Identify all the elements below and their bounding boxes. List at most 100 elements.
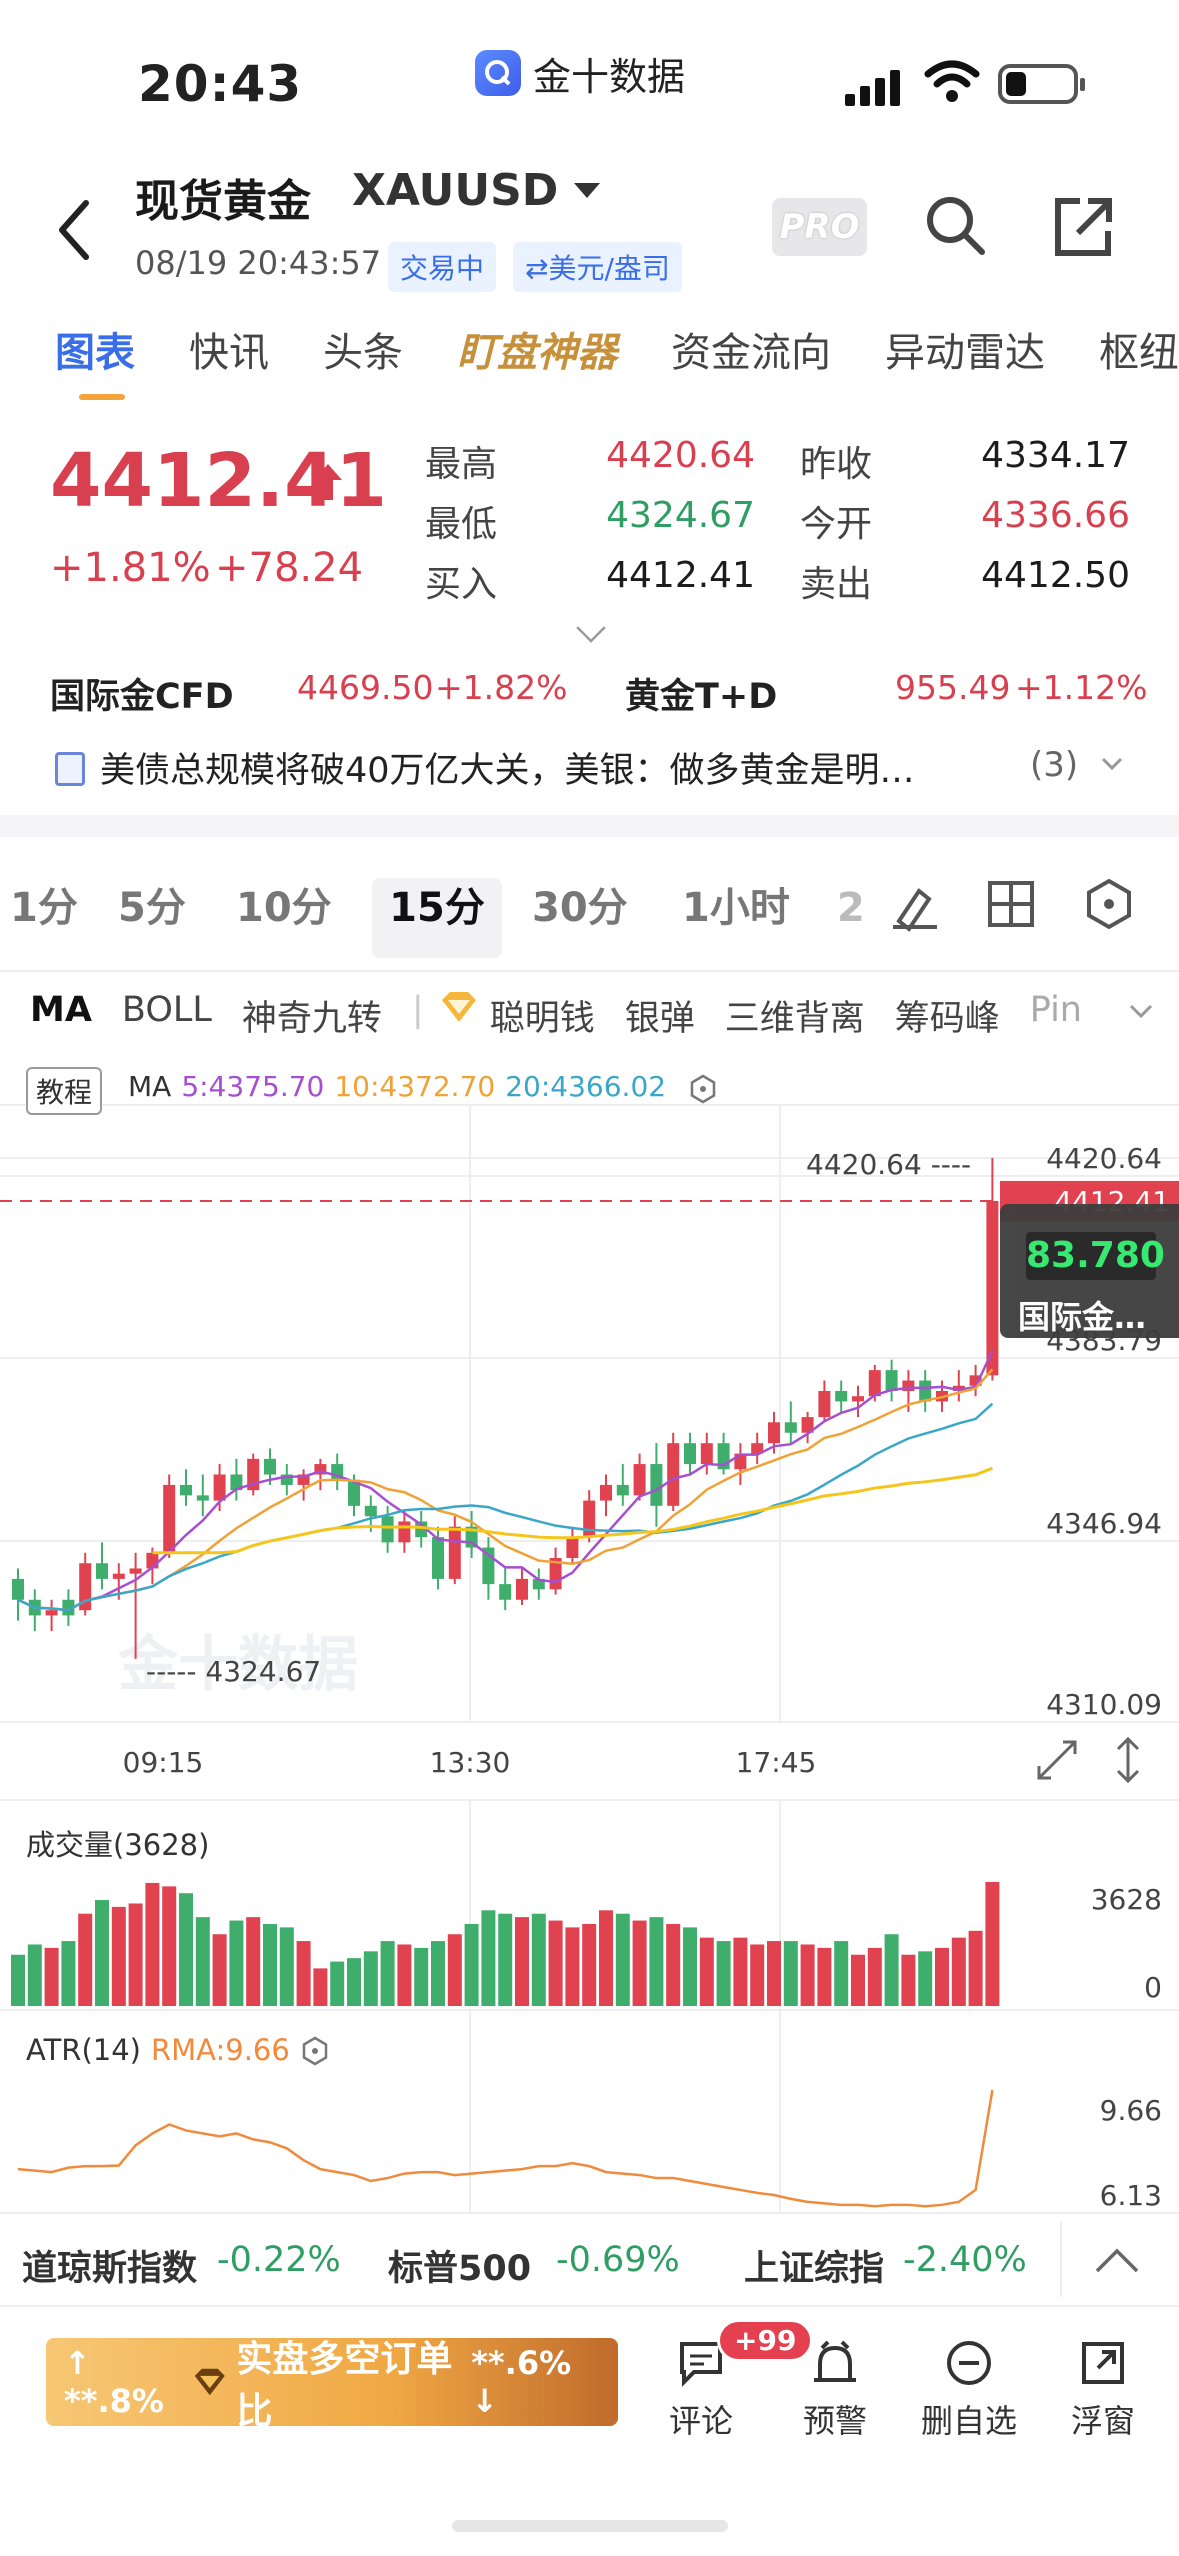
candle-body [448, 1526, 461, 1579]
diamond-icon [440, 990, 478, 1041]
candle-body [768, 1422, 780, 1444]
tab-fund-flow[interactable]: 资金流向 [671, 320, 831, 378]
period-5m[interactable]: 5分 [118, 878, 236, 958]
home-indicator [452, 2520, 728, 2532]
candle-body [364, 1505, 377, 1517]
stat-value-ask: 4412.50 [981, 555, 1130, 596]
candle-body [112, 1573, 125, 1579]
high-marker-label: 4420.64 ---- [806, 1148, 971, 1181]
ma-settings-icon[interactable] [688, 1074, 718, 1104]
long-short-ratio-button[interactable]: ↑ **.8% 实盘多空订单比 **.6% ↓ [46, 2338, 618, 2432]
price-up-arrow-icon [314, 464, 342, 500]
ma-legend: MA 5:4375.70 10:4372.70 20:4366.02 [128, 1070, 718, 1104]
news-headline[interactable]: 美债总规模将破40万亿大关，美银：做多黄金是明… [100, 742, 915, 793]
atr-legend: ATR(14) RMA:9.66 [26, 2033, 330, 2067]
volume-bar [666, 1923, 681, 2006]
draw-tool-icon[interactable] [885, 875, 945, 935]
volume-bar [783, 1941, 798, 2006]
fullscreen-icon[interactable] [1035, 1738, 1079, 1782]
news-chevron-down-icon[interactable] [1100, 755, 1124, 773]
currency-unit-badge[interactable]: ⇄美元/盎司 [513, 242, 682, 292]
volume-bar [683, 1927, 697, 2006]
indicator-pin[interactable]: Pin [1030, 990, 1082, 1041]
candle-body [633, 1464, 646, 1496]
tutorial-button[interactable]: 教程 [26, 1067, 103, 1115]
period-1h[interactable]: 1小时 [682, 878, 837, 958]
tab-chart[interactable]: 图表 [55, 320, 135, 400]
indicator-boll[interactable]: BOLL [122, 990, 212, 1041]
alert-button[interactable]: 预警 [780, 2338, 890, 2442]
candle-body [432, 1537, 444, 1579]
overlay-popup[interactable]: 83.780 国际金… [1000, 1204, 1179, 1338]
volume-bar [918, 1951, 933, 2006]
volume-bar [263, 1923, 277, 2006]
related-name-cfd[interactable]: 国际金CFD [50, 668, 234, 719]
instrument-code-selector[interactable]: XAUUSD [352, 165, 601, 216]
indicator-silver-bullet[interactable]: 银弹 [625, 990, 695, 1041]
period-2[interactable]: 2 [837, 878, 877, 958]
volume-bar [649, 1917, 664, 2006]
settings-hex-icon[interactable] [1082, 877, 1136, 931]
indicator-magic-nine[interactable]: 神奇九转 [242, 990, 382, 1041]
candle-body [264, 1458, 276, 1475]
expand-chevron-icon[interactable] [576, 613, 606, 643]
indicator-chip-peak[interactable]: 筹码峰 [895, 990, 1000, 1041]
divider [1060, 2222, 1062, 2297]
volume-bar [313, 1968, 328, 2006]
layout-grid-icon[interactable] [985, 878, 1037, 930]
stat-label-high: 最高 [425, 444, 498, 485]
change-percent: +1.81% [50, 545, 211, 591]
related-value-td: 955.49 [895, 668, 1011, 707]
tab-headlines[interactable]: 头条 [323, 320, 403, 378]
chevron-up-icon[interactable] [1093, 2245, 1141, 2275]
period-1m[interactable]: 1分 [10, 878, 118, 958]
volume-bar [111, 1906, 126, 2006]
related-name-td[interactable]: 黄金T+D [625, 668, 777, 719]
volume-bar [968, 1930, 983, 2006]
volume-bar [884, 1934, 899, 2006]
index-name-dow[interactable]: 道琼斯指数 [22, 2240, 197, 2291]
stat-value-low: 4324.67 [606, 495, 755, 536]
tab-watch-tool[interactable]: 盯盘神器 [457, 320, 617, 378]
atr-settings-icon[interactable] [300, 2036, 330, 2066]
stat-label-prev-close: 昨收 [800, 444, 873, 485]
tab-anomaly-radar[interactable]: 异动雷达 [885, 320, 1045, 378]
y-tick-label: 4346.94 [1046, 1507, 1162, 1540]
volume-bar [834, 1941, 849, 2006]
remove-watchlist-button[interactable]: 删自选 [914, 2338, 1024, 2442]
related-value-cfd: 4469.50 [297, 668, 434, 707]
indicator-3d-divergence[interactable]: 三维背离 [725, 990, 865, 1041]
y-tick-label: 4310.09 [1046, 1688, 1162, 1721]
indicators-chevron-down-icon[interactable] [1128, 1003, 1154, 1019]
tab-hub[interactable]: 枢纽 [1099, 320, 1179, 378]
volume-bar [95, 1900, 109, 2006]
period-10m[interactable]: 10分 [236, 878, 384, 958]
index-name-shanghai[interactable]: 上证综指 [744, 2240, 884, 2291]
float-window-icon [1082, 2342, 1124, 2384]
ma5-value: 5:4375.70 [181, 1070, 325, 1103]
volume-bar [179, 1893, 193, 2006]
stat-label-ask: 卖出 [800, 564, 873, 605]
indicator-smart-money[interactable]: 聪明钱 [490, 990, 595, 1041]
volume-bar [498, 1913, 513, 2006]
tab-flash-news[interactable]: 快讯 [189, 320, 269, 378]
volume-bar [750, 1944, 765, 2006]
volume-bar [481, 1910, 496, 2006]
share-icon[interactable] [1050, 195, 1115, 260]
minus-circle-icon [947, 2341, 991, 2385]
cellular-signal-icon [845, 66, 905, 106]
float-window-button[interactable]: 浮窗 [1048, 2338, 1158, 2442]
volume-bar [867, 1947, 882, 2006]
news-count[interactable]: (3) [1030, 745, 1078, 785]
search-icon[interactable] [920, 190, 990, 260]
indicator-ma[interactable]: MA [30, 990, 92, 1041]
pro-button[interactable]: PRO [772, 198, 867, 256]
index-name-sp500[interactable]: 标普500 [388, 2240, 531, 2291]
period-30m[interactable]: 30分 [532, 878, 682, 958]
vertical-resize-icon[interactable] [1110, 1735, 1146, 1785]
change-amount: +78.24 [215, 545, 364, 591]
volume-bar [851, 1954, 865, 2006]
candle-body [129, 1568, 142, 1574]
back-icon[interactable] [50, 195, 100, 265]
period-15m[interactable]: 15分 [372, 878, 502, 958]
